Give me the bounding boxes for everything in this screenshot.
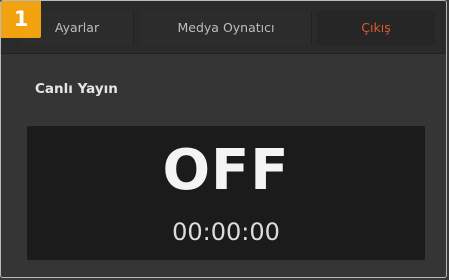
tab-media-player[interactable]: Medya Oynatıcı — [141, 11, 312, 45]
tab-bar: Ayarlar Medya Oynatıcı Çıkış — [1, 1, 446, 54]
section-title: Canlı Yayın — [35, 81, 118, 97]
stream-timer: 00:00:00 — [172, 218, 280, 246]
step-number-badge: 1 — [1, 1, 41, 38]
live-stream-display: OFF 00:00:00 — [27, 126, 425, 260]
stream-status-text: OFF — [162, 138, 290, 203]
app-panel: Ayarlar Medya Oynatıcı Çıkış 1 Canlı Yay… — [0, 0, 447, 278]
tab-output[interactable]: Çıkış — [317, 11, 435, 45]
